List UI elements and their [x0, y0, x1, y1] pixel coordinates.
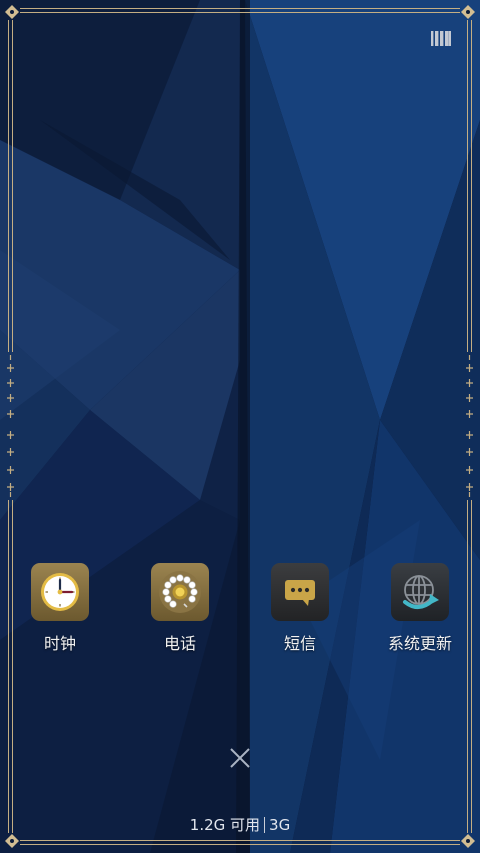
app-label: 系统更新	[387, 634, 452, 653]
available-memory: 1.2G 可用	[189, 816, 261, 834]
menu-bars-icon[interactable]	[431, 31, 451, 46]
close-button[interactable]	[229, 747, 251, 769]
system-update-icon	[391, 563, 449, 621]
frame-side-ornament-left	[7, 355, 14, 497]
message-icon	[271, 563, 329, 621]
network-type: 3G	[269, 816, 291, 834]
clock-icon	[31, 563, 89, 621]
frame-corner-ornament	[5, 5, 475, 848]
app-clock[interactable]: 时钟	[0, 563, 120, 663]
app-messages[interactable]: 短信	[240, 563, 360, 663]
app-label: 电话	[163, 634, 196, 653]
frame-side-ornament-right	[466, 355, 473, 497]
app-phone[interactable]: 电话	[120, 563, 240, 663]
app-label: 时钟	[43, 634, 76, 653]
rotary-phone-icon	[151, 563, 209, 621]
app-system-update[interactable]: 系统更新	[360, 563, 480, 663]
recent-apps-screen: 时钟 电话 短信 系统更新 1.2G 可用 3G	[0, 0, 480, 853]
app-label: 短信	[283, 634, 316, 653]
status-divider	[264, 817, 266, 833]
close-icon	[230, 748, 250, 768]
memory-status: 1.2G 可用 3G	[0, 815, 480, 835]
ornamental-frame	[5, 5, 475, 848]
